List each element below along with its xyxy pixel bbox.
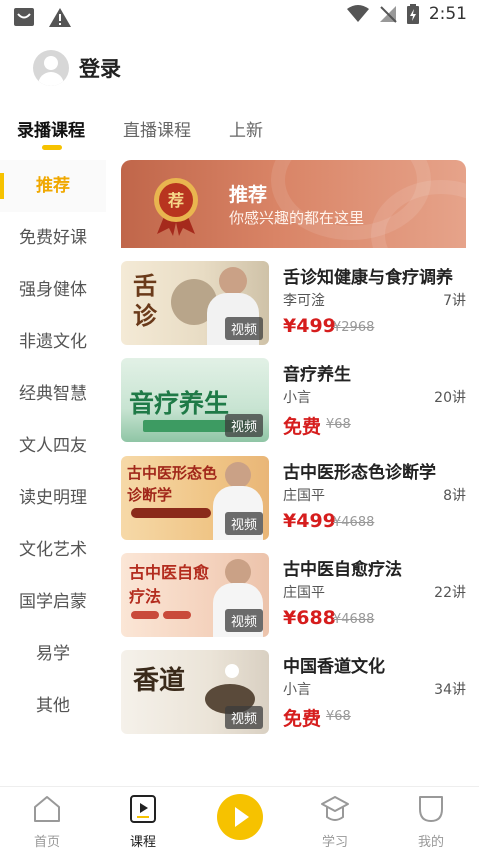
course-teacher: 庄国平 — [283, 585, 325, 601]
sidebar-item-free[interactable]: 免费好课 — [0, 212, 106, 264]
course-title[interactable]: 舌诊知健康与食疗调养 — [283, 263, 453, 288]
course-title[interactable]: 古中医形态色诊断学 — [283, 458, 436, 483]
course-price: ¥688 — [283, 607, 336, 629]
play-button[interactable] — [217, 794, 263, 840]
sidebar-item-art[interactable]: 文化艺术 — [0, 524, 106, 576]
course-thumbnail[interactable]: 古中医形态色诊断学 视频 — [121, 456, 269, 540]
tab-recorded[interactable]: 录播课程 — [17, 116, 85, 141]
course-original-price: ¥2968 — [333, 320, 375, 335]
video-tag: 视频 — [224, 414, 263, 437]
sidebar-item-classics[interactable]: 经典智慧 — [0, 368, 106, 420]
course-price: ¥499 — [283, 315, 336, 337]
recommend-badge-icon: 荐 — [154, 178, 198, 236]
study-icon — [321, 796, 349, 821]
course-title[interactable]: 古中医自愈疗法 — [283, 555, 402, 580]
course-price: ¥499 — [283, 510, 336, 532]
course-original-price: ¥68 — [326, 417, 351, 432]
course-teacher: 小言 — [283, 390, 311, 406]
category-sidebar: 推荐 免费好课 强身健体 非遗文化 经典智慧 文人四友 读史明理 文化艺术 国学… — [0, 160, 106, 732]
login-label[interactable]: 登录 — [79, 53, 121, 83]
sidebar-item-scholar[interactable]: 文人四友 — [0, 420, 106, 472]
course-thumbnail[interactable]: 古中医自愈疗法 视频 — [121, 553, 269, 637]
no-signal-icon — [379, 6, 397, 23]
sidebar-item-heritage[interactable]: 非遗文化 — [0, 316, 106, 368]
mail-notification-icon — [14, 8, 34, 26]
battery-icon — [406, 4, 419, 24]
course-teacher: 庄国平 — [283, 488, 325, 504]
sidebar-item-fitness[interactable]: 强身健体 — [0, 264, 106, 316]
svg-text:荐: 荐 — [167, 191, 184, 210]
course-icon — [130, 795, 156, 823]
tab-live[interactable]: 直播课程 — [123, 116, 191, 141]
course-title[interactable]: 音疗养生 — [283, 360, 351, 385]
login-header[interactable]: 登录 — [33, 48, 121, 88]
course-card[interactable]: 舌诊 视频 舌诊知健康与食疗调养 李可淦 7讲 ¥499 ¥2968 — [121, 261, 466, 345]
warning-icon — [49, 8, 71, 27]
video-tag: 视频 — [224, 317, 263, 340]
sidebar-item-history[interactable]: 读史明理 — [0, 472, 106, 524]
play-icon — [235, 807, 249, 827]
course-teacher: 李可淦 — [283, 293, 325, 309]
course-title[interactable]: 中国香道文化 — [283, 652, 385, 677]
course-card[interactable]: 香道 视频 中国香道文化 小言 34讲 免费 ¥68 — [121, 650, 466, 734]
nav-home[interactable]: 首页 — [17, 795, 77, 850]
course-teacher: 小言 — [283, 682, 311, 698]
wifi-icon — [346, 5, 369, 22]
video-tag: 视频 — [224, 512, 263, 535]
course-price: 免费 — [283, 708, 322, 730]
video-tag: 视频 — [224, 609, 263, 632]
course-thumbnail[interactable]: 舌诊 视频 — [121, 261, 269, 345]
course-price: 免费 — [283, 416, 322, 438]
profile-icon — [419, 796, 443, 822]
nav-study[interactable]: 学习 — [305, 795, 365, 850]
clock: 2:51 — [428, 4, 467, 24]
course-lessons: 8讲 — [443, 488, 466, 504]
course-original-price: ¥4688 — [333, 612, 375, 627]
tab-new[interactable]: 上新 — [229, 116, 263, 141]
status-bar: 2:51 — [0, 0, 479, 34]
course-lessons: 34讲 — [434, 682, 466, 698]
tab-indicator — [42, 145, 62, 150]
course-lessons: 7讲 — [443, 293, 466, 309]
sidebar-item-yi[interactable]: 易学 — [0, 628, 106, 680]
bottom-nav: 首页 课程 学习 我的 — [0, 786, 479, 853]
course-card[interactable]: 古中医形态色诊断学 视频 古中医形态色诊断学 庄国平 8讲 ¥499 ¥4688 — [121, 456, 466, 540]
course-thumbnail[interactable]: 香道 视频 — [121, 650, 269, 734]
course-original-price: ¥68 — [326, 709, 351, 724]
course-lessons: 20讲 — [434, 390, 466, 406]
course-thumbnail[interactable]: 音疗养生 视频 — [121, 358, 269, 442]
course-type-tabs: 录播课程 直播课程 上新 — [0, 112, 479, 152]
course-card[interactable]: 古中医自愈疗法 视频 古中医自愈疗法 庄国平 22讲 ¥688 ¥4688 — [121, 553, 466, 637]
course-original-price: ¥4688 — [333, 515, 375, 530]
sidebar-item-enlighten[interactable]: 国学启蒙 — [0, 576, 106, 628]
nav-course[interactable]: 课程 — [113, 795, 173, 850]
banner-title: 推荐 — [229, 184, 268, 206]
recommend-banner: 荐 推荐 你感兴趣的都在这里 — [121, 160, 466, 248]
video-tag: 视频 — [224, 706, 263, 729]
home-icon — [34, 796, 60, 822]
course-lessons: 22讲 — [434, 585, 466, 601]
banner-subtitle: 你感兴趣的都在这里 — [229, 209, 365, 227]
avatar[interactable] — [33, 50, 69, 86]
nav-mine[interactable]: 我的 — [401, 795, 461, 850]
course-card[interactable]: 音疗养生 视频 音疗养生 小言 20讲 免费 ¥68 — [121, 358, 466, 442]
sidebar-item-other[interactable]: 其他 — [0, 680, 106, 732]
sidebar-item-recommend[interactable]: 推荐 — [0, 160, 106, 212]
